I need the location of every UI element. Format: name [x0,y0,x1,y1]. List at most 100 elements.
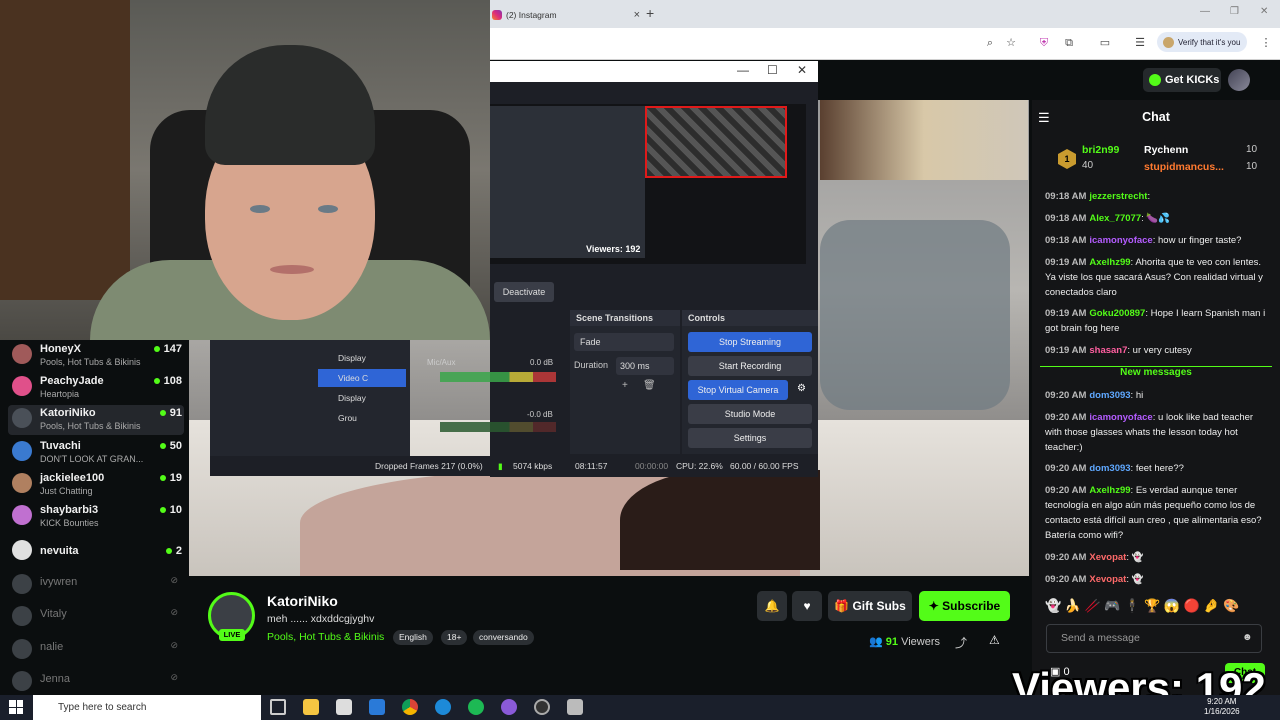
stop-virtual-camera-button[interactable]: Stop Virtual Camera [688,380,788,400]
message-username[interactable]: Goku200897 [1089,308,1145,319]
channel-avatar [12,473,32,493]
duration-input[interactable]: 300 ms [616,357,674,375]
new-messages-label[interactable]: New messages [1032,367,1280,378]
discord-icon[interactable] [501,699,517,715]
app-icon[interactable] [567,699,583,715]
message-text: ur very cutesy [1132,345,1192,356]
menu-kebab-icon[interactable]: ⋮ [1258,35,1274,51]
chrome-icon[interactable] [402,699,418,715]
leaderboard-second-name[interactable]: Rychenn [1144,144,1188,156]
obs-selected-source-box[interactable] [645,106,787,178]
leaderboard-first-name[interactable]: bri2n99 [1082,144,1119,156]
emote-row[interactable]: 👻 🍌 🥢 🎮 🕴 🏆 😱 🔴 🤌 🎨 [1045,598,1267,620]
close-tab-icon[interactable]: × [634,9,640,21]
source-row-selected[interactable]: Video C [318,369,406,387]
task-view-icon[interactable] [270,699,286,715]
message-username[interactable]: Xevopat [1089,574,1126,585]
stop-streaming-button[interactable]: Stop Streaming [688,332,812,352]
obs-icon[interactable] [534,699,550,715]
settings-button[interactable]: Settings [688,428,812,448]
file-explorer-icon[interactable] [303,699,319,715]
message-text: 🍆💦 [1146,213,1171,224]
message-username[interactable]: Xevopat [1089,552,1126,563]
stream-category-link[interactable]: Pools, Hot Tubs & Bikinis [267,631,384,643]
subscribe-button[interactable]: ✦ Subscribe [919,591,1010,621]
cast-icon[interactable]: ▭ [1097,35,1113,51]
bookmark-star-icon[interactable]: ☆ [1003,35,1019,51]
channel-name: nalie [40,641,64,653]
taskbar-search-input[interactable]: Type here to search [33,695,261,720]
start-recording-button[interactable]: Start Recording [688,356,812,376]
sidebar-channel-offline[interactable]: Vitaly ⊘ [8,603,184,633]
gift-subs-button[interactable]: 🎁 Gift Subs [828,591,912,621]
reading-list-icon[interactable]: ☰ [1132,35,1148,51]
zoom-icon[interactable]: ⌕ [982,35,998,51]
message-username[interactable]: Axelhz99 [1089,485,1130,496]
tab-instagram[interactable]: (2) Instagram × [490,4,640,26]
close-window-icon[interactable]: ✕ [1260,6,1268,17]
store-icon[interactable] [336,699,352,715]
chat-title: Chat [1142,110,1170,124]
spotify-icon[interactable] [468,699,484,715]
transition-select[interactable]: Fade [574,333,674,351]
trash-icon[interactable]: 🗑 [643,380,656,391]
message-time: 09:18 AM [1045,191,1087,202]
gift-leaderboard: 1 bri2n99 40 Rychenn 10 stupidmancus... … [1040,138,1272,186]
channel-category: KICK Bounties [40,518,99,528]
message-username[interactable]: dom3093 [1089,463,1130,474]
message-username[interactable]: icamonyoface [1089,235,1152,246]
tag-topic[interactable]: conversando [473,630,534,645]
sidebar-channel[interactable]: KatoriNiko Pools, Hot Tubs & Bikinis 91 [8,405,184,435]
shield-icon[interactable]: ⛨ [1036,35,1052,51]
message-username[interactable]: Alex_77077 [1089,213,1141,224]
add-transition-icon[interactable]: + [622,380,628,391]
user-avatar[interactable] [1228,69,1250,91]
sidebar-channel-offline[interactable]: Jenna ⊘ [8,668,184,698]
extensions-icon[interactable]: ⧉ [1061,35,1077,51]
edge-icon[interactable] [435,699,451,715]
message-username[interactable]: shasan7 [1089,345,1127,356]
source-row[interactable]: Display [318,389,406,407]
leaderboard-third-name[interactable]: stupidmancus... [1144,161,1224,173]
notifications-bell-button[interactable]: 🔔 [757,591,787,621]
virtual-camera-settings-icon[interactable]: ⚙ [797,383,806,394]
sidebar-channel[interactable]: Tuvachi DON'T LOOK AT GRAN... 50 [8,438,184,468]
channel-category: DON'T LOOK AT GRAN... [40,454,144,464]
sidebar-channel[interactable]: shaybarbi3 KICK Bounties 10 [8,502,184,532]
share-icon[interactable]: ⤴ [955,634,967,651]
chat-input[interactable]: Send a message [1046,624,1262,653]
emoji-picker-icon[interactable]: ☻ [1242,632,1253,643]
minimize-icon[interactable]: — [1200,6,1210,17]
offline-icon: ⊘ [170,672,178,682]
sidebar-channel-offline[interactable]: nalie ⊘ [8,636,184,666]
sidebar-channel[interactable]: nevuita 2 [8,537,184,567]
mail-icon[interactable] [369,699,385,715]
get-kicks-button[interactable]: Get KICKs [1143,68,1221,92]
obs-close-icon[interactable]: ✕ [797,63,807,77]
source-row[interactable]: Display [318,349,406,367]
message-username[interactable]: dom3093 [1089,390,1130,401]
sidebar-channel[interactable]: HoneyX Pools, Hot Tubs & Bikinis 147 [8,341,184,371]
tag-language[interactable]: English [393,630,433,645]
streamer-name[interactable]: KatoriNiko [267,593,338,609]
message-text: how ur finger taste? [1158,235,1242,246]
message-username[interactable]: Axelhz99 [1089,257,1130,268]
deactivate-button[interactable]: Deactivate [494,282,554,302]
obs-maximize-icon[interactable]: ☐ [767,63,778,77]
obs-minimize-icon[interactable]: — [737,63,749,77]
taskbar-clock[interactable]: 9:20 AM 1/16/2026 [1204,697,1240,717]
report-warning-icon[interactable]: ⚠ [989,633,1000,647]
source-row[interactable]: Grou [318,409,406,427]
message-username[interactable]: jezzerstrecht [1089,191,1147,202]
tag-age[interactable]: 18+ [441,630,468,645]
follow-heart-button[interactable]: ♥ [792,591,822,621]
sidebar-channel[interactable]: jackielee100 Just Chatting 19 [8,470,184,500]
message-username[interactable]: icamonyoface [1089,412,1152,423]
verify-identity-pill[interactable]: Verify that it's you [1157,32,1247,52]
windows-start-icon[interactable] [9,700,23,714]
new-tab-button[interactable]: + [646,5,654,21]
restore-icon[interactable]: ❐ [1230,6,1239,17]
studio-mode-button[interactable]: Studio Mode [688,404,812,424]
sidebar-channel-offline[interactable]: ivywren ⊘ [8,571,184,601]
sidebar-channel[interactable]: PeachyJade Heartopia 108 [8,373,184,403]
